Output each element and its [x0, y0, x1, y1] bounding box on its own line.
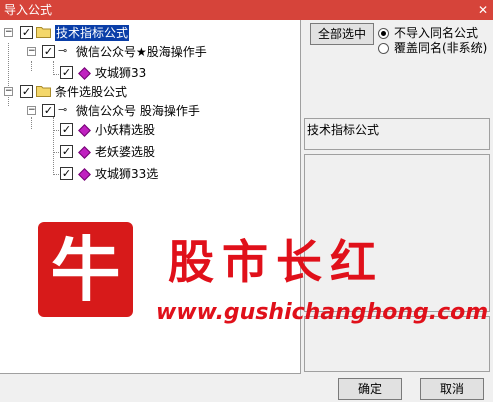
- formula-gem-icon: [78, 168, 91, 181]
- radio-skip-duplicates[interactable]: [378, 28, 389, 39]
- formula-tree[interactable]: − ✓ 技术指标公式 − ✓ ⊸ 微信公众号★股海操作手 ✓ 攻城狮33 − ✓…: [0, 20, 301, 374]
- tree-item-formula[interactable]: ✓ 攻城狮33选: [0, 165, 300, 183]
- title-bar: 导入公式 ✕: [0, 0, 493, 20]
- category-label: 技术指标公式: [307, 123, 380, 137]
- link-icon: ⊸: [58, 103, 68, 116]
- tree-item-label: 攻城狮33选: [95, 167, 159, 181]
- tree-item-formula[interactable]: ✓ 攻城狮33: [0, 64, 300, 82]
- collapse-icon[interactable]: −: [4, 28, 13, 37]
- radio-overwrite-duplicates[interactable]: [378, 43, 389, 54]
- collapse-icon[interactable]: −: [27, 47, 36, 56]
- tree-item-label: 微信公众号★股海操作手: [76, 45, 207, 59]
- tree-item-label: 小妖精选股: [95, 123, 156, 137]
- link-icon: ⊸: [58, 44, 68, 57]
- radio-skip-duplicates-label: 不导入同名公式: [394, 26, 479, 40]
- collapse-icon[interactable]: −: [4, 87, 13, 96]
- ok-button[interactable]: 确定: [338, 378, 402, 400]
- tree-checkbox[interactable]: ✓: [20, 26, 33, 39]
- tree-item-label: 老妖婆选股: [95, 145, 156, 159]
- tree-checkbox[interactable]: ✓: [60, 145, 73, 158]
- tree-checkbox[interactable]: ✓: [60, 167, 73, 180]
- tree-item-label: 攻城狮33: [95, 66, 147, 80]
- tree-item-formula[interactable]: ✓ 老妖婆选股: [0, 143, 300, 161]
- radio-overwrite-duplicates-label: 覆盖同名(非系统): [394, 41, 488, 55]
- window-title: 导入公式: [4, 3, 53, 17]
- tree-item-label: 技术指标公式: [55, 25, 130, 41]
- tree-checkbox[interactable]: ✓: [20, 85, 33, 98]
- formula-gem-icon: [78, 67, 91, 80]
- dialog-footer: 确定 取消: [0, 374, 493, 402]
- tree-item-group[interactable]: − ✓ ⊸ 微信公众号★股海操作手: [0, 43, 300, 61]
- formula-params-box: [304, 316, 490, 372]
- tree-checkbox[interactable]: ✓: [60, 66, 73, 79]
- category-label-box: 技术指标公式: [304, 118, 490, 150]
- tree-checkbox[interactable]: ✓: [42, 45, 55, 58]
- tree-item-formula[interactable]: ✓ 小妖精选股: [0, 121, 300, 139]
- cancel-button[interactable]: 取消: [420, 378, 484, 400]
- close-icon[interactable]: ✕: [476, 3, 490, 17]
- collapse-icon[interactable]: −: [27, 106, 36, 115]
- folder-icon: [36, 86, 51, 97]
- tree-item-group[interactable]: − ✓ ⊸ 微信公众号 股海操作手: [0, 102, 300, 120]
- tree-checkbox[interactable]: ✓: [42, 104, 55, 117]
- options-panel: 全部选中 不导入同名公式 覆盖同名(非系统) 技术指标公式: [302, 20, 493, 374]
- select-all-button[interactable]: 全部选中: [310, 23, 374, 45]
- tree-item-label: 条件选股公式: [55, 85, 128, 99]
- folder-icon: [36, 27, 51, 38]
- formula-description-box: [304, 154, 490, 312]
- tree-item-screening-formulas[interactable]: − ✓ 条件选股公式: [0, 83, 300, 101]
- formula-gem-icon: [78, 124, 91, 137]
- tree-item-technical-formulas[interactable]: − ✓ 技术指标公式: [0, 24, 300, 42]
- tree-item-label: 微信公众号 股海操作手: [76, 104, 200, 118]
- tree-checkbox[interactable]: ✓: [60, 123, 73, 136]
- formula-gem-icon: [78, 146, 91, 159]
